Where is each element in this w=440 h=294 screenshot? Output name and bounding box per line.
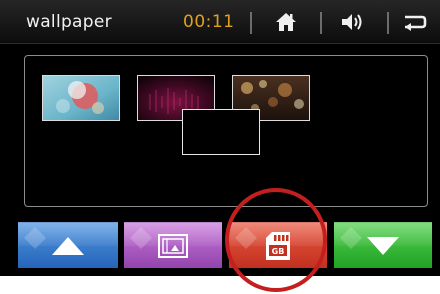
volume-button[interactable] (336, 6, 370, 38)
home-icon (276, 13, 296, 31)
screen: wallpaper 00:11 GB (0, 0, 440, 276)
scroll-down-button[interactable] (334, 222, 432, 268)
return-arrow-icon (405, 15, 427, 31)
corner-diamond-icon (340, 227, 362, 249)
speaker-volume-icon (342, 14, 362, 30)
sd-card-button[interactable]: GB (229, 222, 327, 268)
clock: 00:11 (183, 12, 235, 32)
back-button[interactable] (398, 6, 432, 38)
corner-diamond-icon (130, 227, 152, 249)
corner-diamond-icon (24, 227, 46, 249)
corner-diamond-icon (235, 227, 257, 249)
wallpaper-thumbnail-1[interactable] (42, 75, 120, 121)
header-separator (387, 12, 389, 34)
header-separator (250, 12, 252, 34)
header-bar: wallpaper 00:11 (0, 0, 440, 44)
header-separator (320, 12, 322, 34)
arrow-up-icon (52, 236, 84, 255)
gallery-button[interactable] (124, 222, 222, 268)
wallpaper-preview-frame (182, 109, 260, 155)
page-title: wallpaper (26, 12, 112, 32)
sd-card-icon: GB (266, 231, 290, 260)
home-button[interactable] (270, 6, 302, 38)
sd-card-label: GB (272, 247, 285, 256)
arrow-down-icon (367, 236, 399, 255)
film-frame-icon (158, 233, 188, 258)
scroll-up-button[interactable] (18, 222, 118, 268)
